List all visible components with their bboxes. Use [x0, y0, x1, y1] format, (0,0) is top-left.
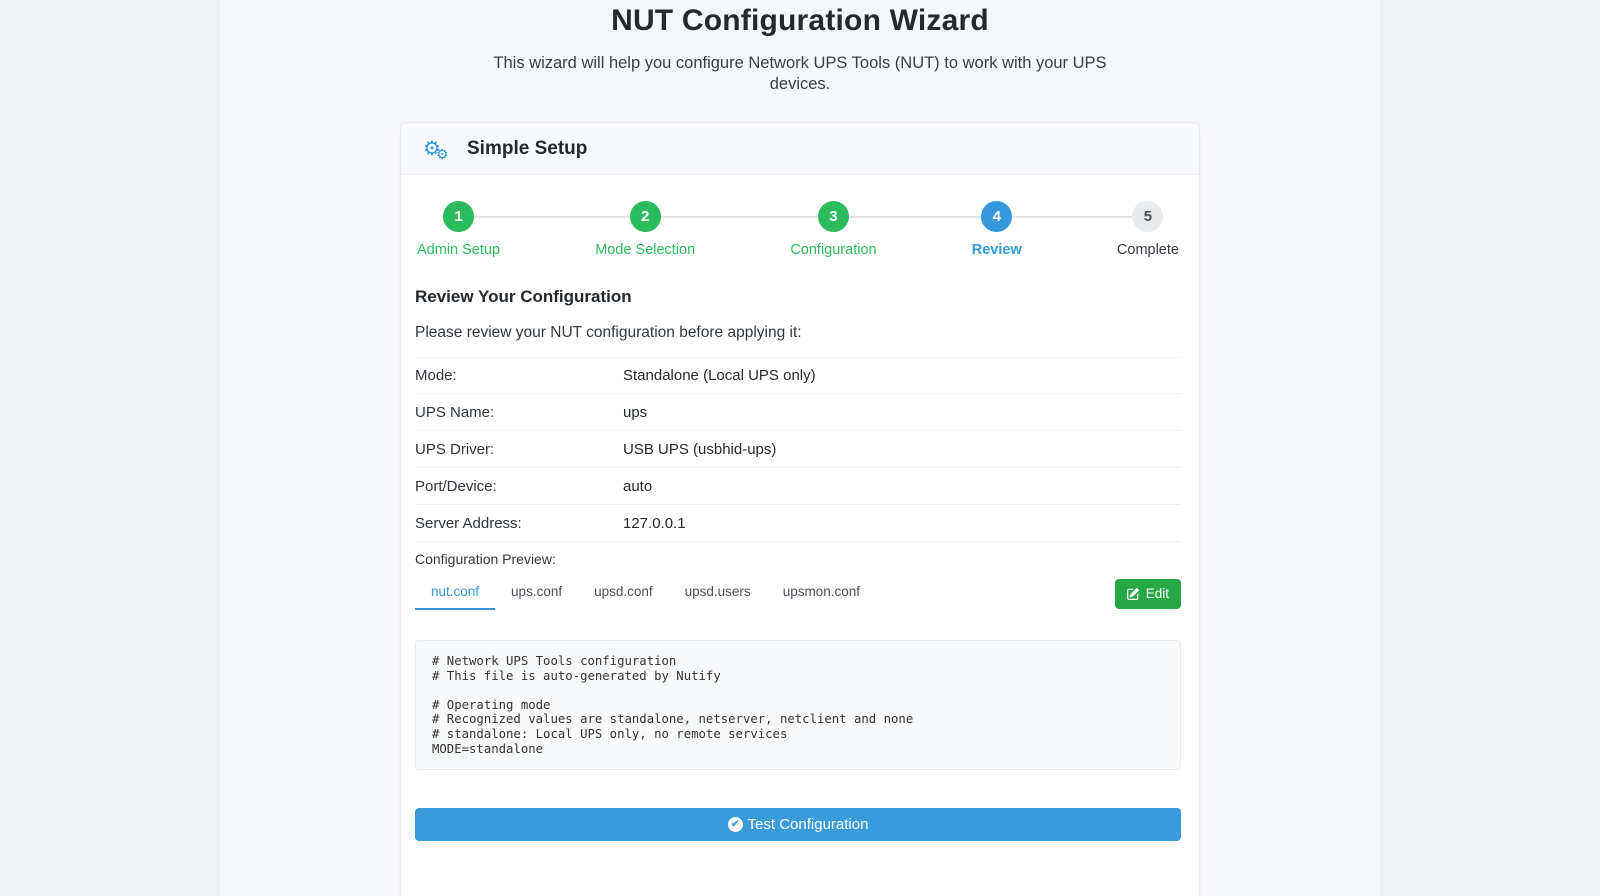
review-description: Please review your NUT configuration bef…	[415, 324, 1181, 342]
step-circle: 4	[981, 201, 1012, 232]
config-preview-box: # Network UPS Tools configuration # This…	[415, 640, 1181, 770]
row-label: Server Address:	[415, 515, 623, 532]
tab-nut-conf[interactable]: nut.conf	[415, 577, 495, 610]
review-table: Mode: Standalone (Local UPS only) UPS Na…	[415, 357, 1181, 542]
row-value: Standalone (Local UPS only)	[623, 367, 816, 384]
page-title: NUT Configuration Wizard	[220, 2, 1380, 40]
tab-ups-conf[interactable]: ups.conf	[495, 577, 578, 610]
table-row-port-device: Port/Device: auto	[415, 468, 1181, 505]
edit-button-label: Edit	[1146, 586, 1169, 601]
row-label: Mode:	[415, 367, 623, 384]
configuration-preview-label: Configuration Preview:	[415, 551, 1181, 567]
step-circle: 3	[818, 201, 849, 232]
card-header-title: Simple Setup	[467, 138, 587, 160]
step-circle: 5	[1132, 201, 1163, 232]
table-row-ups-name: UPS Name: ups	[415, 394, 1181, 431]
step-label: Complete	[1117, 242, 1179, 258]
wizard-stepper: 1 Admin Setup 2 Mode Selection 3 Configu…	[417, 201, 1179, 258]
card-body: 1 Admin Setup 2 Mode Selection 3 Configu…	[401, 175, 1199, 896]
test-configuration-label: Test Configuration	[748, 816, 869, 833]
row-value: USB UPS (usbhid-ups)	[623, 441, 776, 458]
step-label: Mode Selection	[595, 242, 695, 258]
config-file-tabs: nut.conf ups.conf upsd.conf upsd.users u…	[415, 577, 1181, 610]
simple-setup-card: ⚙⚙ Simple Setup 1 Admin Setup 2 Mode Sel…	[400, 122, 1200, 896]
row-label: UPS Name:	[415, 404, 623, 421]
step-circle: 2	[630, 201, 661, 232]
row-label: Port/Device:	[415, 478, 623, 495]
step-label: Review	[972, 242, 1022, 258]
page-subtitle: This wizard will help you configure Netw…	[475, 53, 1125, 95]
config-preview-code: # Network UPS Tools configuration # This…	[432, 654, 1164, 756]
test-configuration-button[interactable]: ✔ Test Configuration	[415, 808, 1181, 841]
review-heading: Review Your Configuration	[415, 287, 1181, 307]
step-label: Configuration	[790, 242, 876, 258]
tab-upsd-users[interactable]: upsd.users	[669, 577, 767, 610]
row-label: UPS Driver:	[415, 441, 623, 458]
table-row-mode: Mode: Standalone (Local UPS only)	[415, 357, 1181, 394]
edit-button[interactable]: Edit	[1115, 579, 1181, 609]
table-row-server-address: Server Address: 127.0.0.1	[415, 505, 1181, 542]
row-value: 127.0.0.1	[623, 515, 686, 532]
table-row-ups-driver: UPS Driver: USB UPS (usbhid-ups)	[415, 431, 1181, 468]
step-configuration: 3 Configuration	[790, 201, 876, 258]
row-value: auto	[623, 478, 652, 495]
step-circle: 1	[443, 201, 474, 232]
page-column: NUT Configuration Wizard This wizard wil…	[220, 0, 1380, 896]
step-review: 4 Review	[972, 201, 1022, 258]
gears-icon: ⚙⚙	[423, 139, 453, 159]
pencil-square-icon	[1127, 587, 1140, 600]
check-circle-icon: ✔	[728, 817, 743, 832]
step-complete: 5 Complete	[1117, 201, 1179, 258]
tab-upsd-conf[interactable]: upsd.conf	[578, 577, 669, 610]
card-header: ⚙⚙ Simple Setup	[401, 123, 1199, 175]
tab-upsmon-conf[interactable]: upsmon.conf	[767, 577, 876, 610]
step-admin-setup: 1 Admin Setup	[417, 201, 500, 258]
row-value: ups	[623, 404, 647, 421]
step-label: Admin Setup	[417, 242, 500, 258]
step-mode-selection: 2 Mode Selection	[595, 201, 695, 258]
